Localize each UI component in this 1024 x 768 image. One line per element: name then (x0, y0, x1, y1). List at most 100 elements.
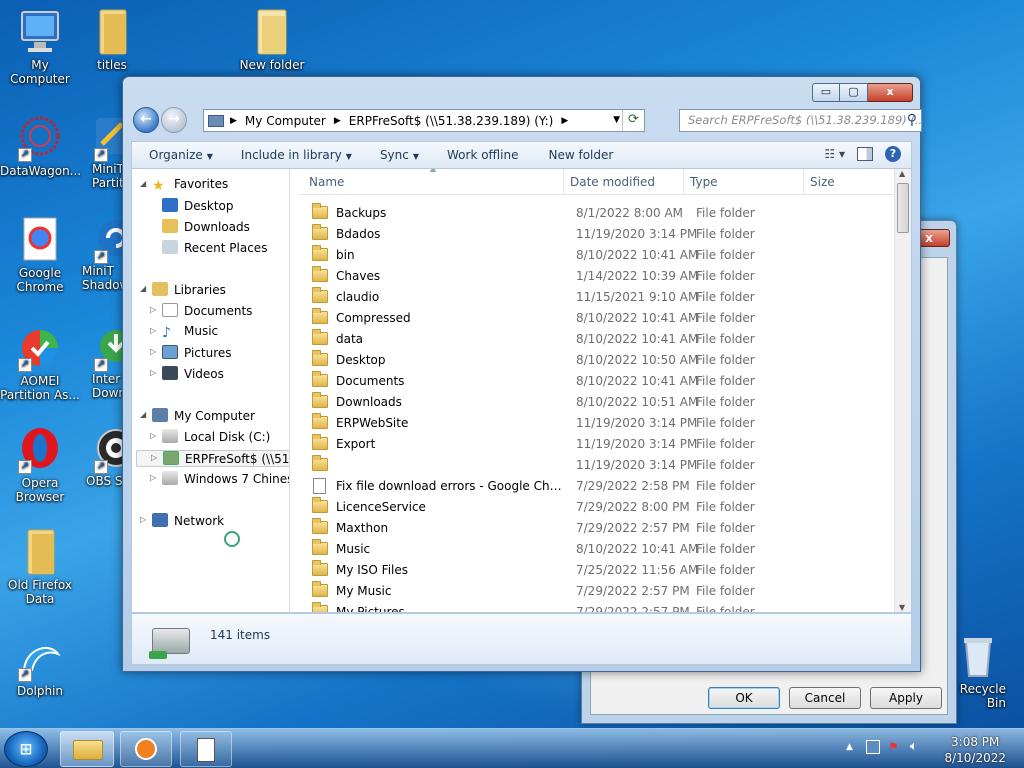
nav-downloads[interactable]: Downloads (162, 219, 250, 234)
taskbar-media-player[interactable] (120, 731, 172, 767)
expand-triangle-icon[interactable]: ▷ (150, 347, 156, 356)
table-row[interactable]: Music 8/10/2022 10:41 AM File folder (299, 539, 899, 560)
column-name[interactable]: Name (309, 175, 344, 189)
column-type[interactable]: Type (690, 175, 718, 189)
work-offline-button[interactable]: Work offline (447, 148, 518, 162)
action-center-icon[interactable]: ⚑ (888, 740, 899, 754)
forward-button[interactable]: → (161, 107, 187, 133)
table-row[interactable]: ERPWebSite 11/19/2020 3:14 PM File folder (299, 413, 899, 434)
nav-documents[interactable]: ▷ Documents (150, 303, 252, 318)
column-separator[interactable] (683, 169, 684, 195)
nav-libraries[interactable]: ◢ Libraries (140, 282, 226, 297)
desktop-icon-internet-download[interactable]: ↗ Inter Down (70, 324, 132, 400)
column-date-modified[interactable]: Date modified (570, 175, 655, 189)
taskbar-app[interactable] (180, 731, 232, 767)
column-separator[interactable] (563, 169, 564, 195)
column-separator[interactable] (803, 169, 804, 195)
network-tray-icon[interactable] (866, 740, 880, 754)
nav-favorites[interactable]: ◢ ★ Favorites (140, 177, 228, 193)
table-row[interactable]: My Music 7/29/2022 2:57 PM File folder (299, 581, 899, 602)
nav-videos[interactable]: ▷ Videos (150, 366, 224, 381)
nav-my-computer[interactable]: ◢ My Computer (140, 408, 255, 423)
expand-triangle-icon[interactable]: ▷ (140, 515, 146, 524)
table-row[interactable]: ros 11/19/2020 3:14 PMFile folder (299, 455, 899, 476)
expand-triangle-icon[interactable]: ▷ (150, 368, 156, 377)
table-row[interactable]: data 8/10/2022 10:41 AM File folder (299, 329, 899, 350)
cancel-button[interactable]: Cancel (789, 687, 861, 709)
search-input[interactable]: Search ERPFreSoft$ (\\51.38.239.189) (..… (679, 109, 922, 132)
table-row[interactable]: Chaves 1/14/2022 10:39 AM File folder (299, 266, 899, 287)
desktop-icon-my-computer[interactable]: My Computer (0, 8, 80, 86)
desktop-icon-old-firefox-data[interactable]: Old Firefox Data (0, 528, 80, 606)
back-button[interactable]: ← (133, 107, 159, 133)
desktop-icon-obs[interactable]: ↗ OBS St (70, 426, 135, 488)
desktop-icon-opera[interactable]: ↗ Opera Browser (0, 426, 80, 504)
scroll-down-icon[interactable]: ▼ (899, 603, 905, 612)
desktop-icon-aomei[interactable]: ↗ AOMEI Partition As... (0, 324, 80, 402)
expand-triangle-icon[interactable]: ▷ (150, 326, 156, 335)
table-row[interactable]: Export 11/19/2020 3:14 PM File folder (299, 434, 899, 455)
vertical-scrollbar[interactable]: ▲ ▼ (894, 169, 911, 612)
address-bar[interactable]: ▶ My Computer ▶ ERPFreSoft$ (\\51.38.239… (203, 109, 645, 132)
nav-windows7-chinese[interactable]: ▷ Windows 7 Chinese (150, 471, 289, 486)
taskbar-explorer[interactable] (60, 731, 114, 767)
collapse-triangle-icon[interactable]: ◢ (140, 284, 146, 293)
table-row[interactable]: LicenceService 7/29/2022 8:00 PM File fold… (299, 497, 899, 518)
ok-button[interactable]: OK (708, 687, 780, 709)
preview-pane-icon[interactable] (857, 147, 873, 161)
desktop-icon-minitool-partition[interactable]: ↗ MiniT Partit (70, 114, 132, 190)
collapse-triangle-icon[interactable]: ◢ (140, 179, 146, 188)
apply-button[interactable]: Apply (870, 687, 942, 709)
table-row[interactable]: Bdados 11/19/2020 3:14 PM File folder (299, 224, 899, 245)
nav-desktop[interactable]: Desktop (162, 198, 234, 213)
table-row[interactable]: Compressed 8/10/2022 10:41 AM File folder (299, 308, 899, 329)
view-options-icon[interactable]: ☷ ▾ (824, 147, 845, 161)
scrollbar-thumb[interactable] (897, 183, 909, 233)
nav-music[interactable]: ▷ ♪ Music (150, 324, 218, 340)
expand-triangle-icon[interactable]: ▷ (150, 431, 156, 440)
desktop-icon-titles[interactable]: titles (72, 8, 152, 72)
volume-icon[interactable]: 🔈︎ (910, 739, 918, 754)
collapse-triangle-icon[interactable]: ◢ (140, 410, 146, 419)
desktop-icon-datawagon[interactable]: ↗ DataWagon... (0, 114, 81, 178)
table-row[interactable]: bin 8/10/2022 10:41 AM File folder (299, 245, 899, 266)
nav-recent-places[interactable]: Recent Places (162, 240, 267, 255)
minimize-button[interactable]: ▭ (812, 83, 840, 102)
table-row[interactable]: Fix file download errors - Google Chrome… (299, 476, 899, 497)
table-row[interactable]: Backups 8/1/2022 8:00 AM File folder (299, 203, 899, 224)
maximize-button[interactable]: ▢ (840, 83, 868, 102)
expand-triangle-icon[interactable]: ▷ (151, 453, 157, 462)
table-row[interactable]: My ISO Files 7/25/2022 11:56 AM File folde… (299, 560, 899, 581)
desktop-icon-google-chrome[interactable]: Google Chrome (0, 216, 80, 294)
organize-button[interactable]: Organize ▼ (149, 148, 213, 162)
table-row[interactable]: claudio 11/15/2021 9:10 AM File folder (299, 287, 899, 308)
table-row[interactable]: My Pictures 7/29/2022 2:57 PM File folder (299, 602, 899, 612)
help-icon[interactable]: ? (885, 146, 901, 162)
nav-local-disk[interactable]: ▷ Local Disk (C:) (150, 429, 270, 444)
sync-button[interactable]: Sync ▼ (380, 148, 419, 162)
scroll-up-icon[interactable]: ▲ (899, 169, 905, 178)
refresh-icon[interactable]: ⟳ (622, 110, 644, 131)
nav-network[interactable]: ▷ Network (140, 513, 224, 528)
desktop-icon-dolphin[interactable]: ↗ Dolphin (0, 634, 80, 698)
table-row[interactable]: Maxthon 7/29/2022 2:57 PM File folder (299, 518, 899, 539)
expand-triangle-icon[interactable]: ▷ (150, 473, 156, 482)
clock[interactable]: 3:08 PM 8/10/2022 (944, 734, 1006, 766)
desktop-icon-new-folder[interactable]: New folder (232, 8, 312, 72)
close-button[interactable]: x (868, 83, 913, 102)
desktop-icon-minitool-shadow[interactable]: ↗ MiniT Shadow (70, 216, 134, 292)
nav-erp-drive[interactable]: ▷ ERPFreSoft$ (\\51.38.239.189) (Y:) (136, 450, 289, 467)
address-dropdown-icon[interactable]: ▼ (613, 115, 620, 125)
table-row[interactable]: Desktop 8/10/2022 10:50 AM File folder (299, 350, 899, 371)
column-size[interactable]: Size (810, 175, 835, 189)
breadcrumb-erp-drive[interactable]: ERPFreSoft$ (\\51.38.239.189) (Y:) (349, 114, 554, 128)
breadcrumb-my-computer[interactable]: My Computer (245, 114, 326, 128)
show-hidden-icons-icon[interactable]: ▲ (846, 742, 853, 752)
search-icon[interactable]: ⚲ (907, 112, 917, 128)
expand-triangle-icon[interactable]: ▷ (150, 305, 156, 314)
nav-pictures[interactable]: ▷ Pictures (150, 345, 232, 360)
include-in-library-button[interactable]: Include in library ▼ (241, 148, 352, 162)
breadcrumb-arrow-icon[interactable]: ▶ (334, 116, 341, 126)
breadcrumb-arrow-icon[interactable]: ▶ (230, 116, 237, 126)
table-row[interactable]: Downloads 8/10/2022 10:51 AM File folder (299, 392, 899, 413)
